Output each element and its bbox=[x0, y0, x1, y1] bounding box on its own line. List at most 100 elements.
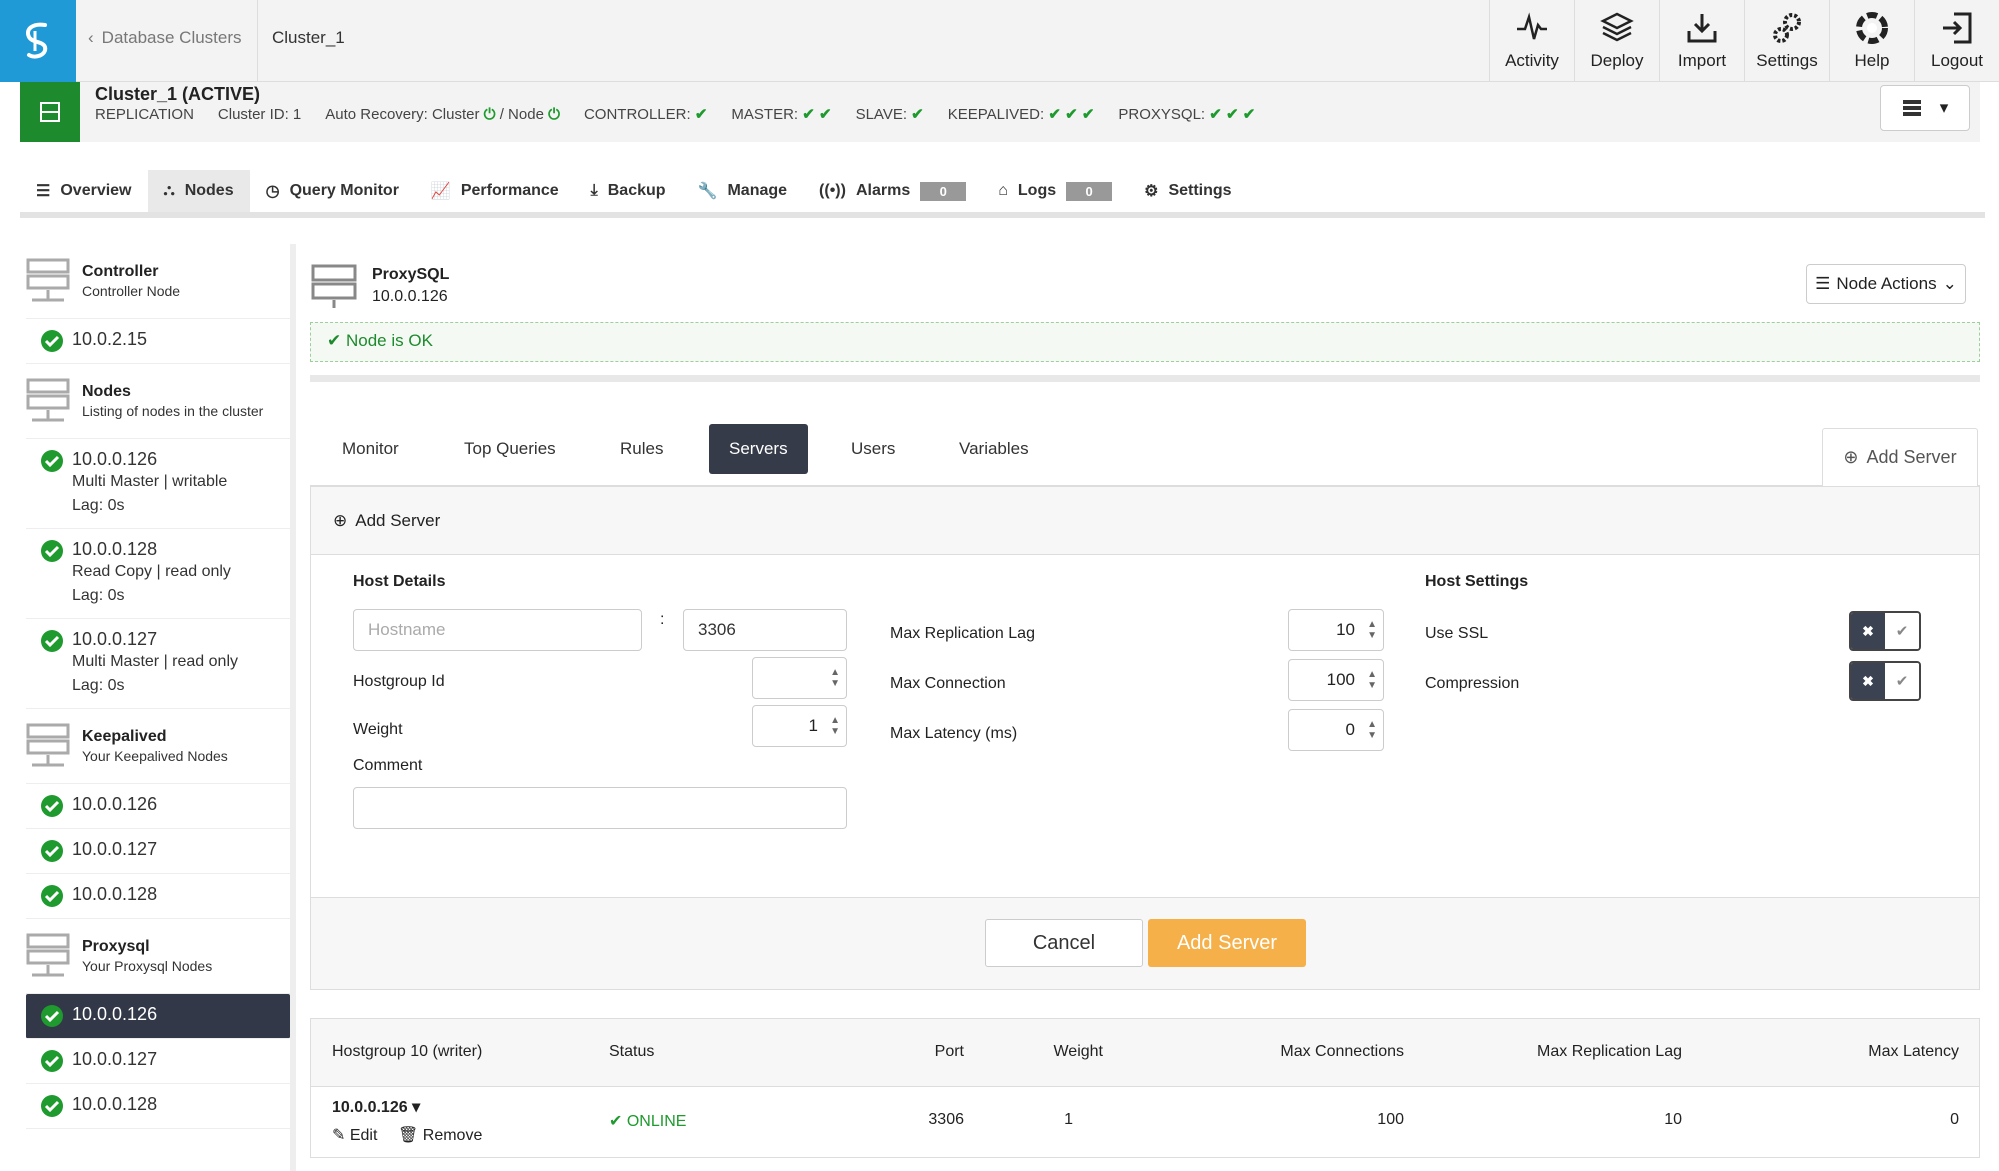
subtab-rules[interactable]: Rules bbox=[600, 424, 683, 474]
topnav-import[interactable]: Import bbox=[1659, 0, 1744, 82]
breadcrumb-back[interactable]: ‹ Database Clusters bbox=[88, 28, 242, 48]
sidebar-group-controller[interactable]: Controller Controller Node bbox=[26, 244, 290, 319]
sidebar-item-proxysql[interactable]: 10.0.0.127 bbox=[26, 1039, 290, 1084]
host-dropdown[interactable]: 10.0.0.126 ▾ bbox=[332, 1097, 420, 1117]
spinner-icon[interactable]: ▲ ▼ bbox=[830, 715, 840, 737]
node-ip: 10.0.0.128 bbox=[72, 1094, 158, 1114]
topnav-logout[interactable]: Logout bbox=[1914, 0, 1999, 82]
node-info: 10.0.0.127 Multi Master | read only Lag:… bbox=[72, 629, 238, 698]
topnav-label: Activity bbox=[1505, 51, 1559, 70]
tab-label: Logs bbox=[1017, 182, 1057, 199]
tab-logs[interactable]: ⌂ Logs 0 bbox=[982, 170, 1128, 212]
cluster-id: Cluster ID: 1 bbox=[217, 105, 302, 123]
table-row: 10.0.0.126 ▾ ✎ Edit 🗑 Remove ✔ ONLINE 33… bbox=[311, 1087, 1979, 1157]
node-ip: 10.0.0.126 bbox=[72, 794, 158, 814]
servers-table: Hostgroup 10 (writer) Status Port Weight… bbox=[310, 1018, 1980, 1158]
sidebar-item-proxysql-active[interactable]: 10.0.0.126 bbox=[26, 994, 290, 1039]
add-server-tab[interactable]: ⊕ Add Server bbox=[1822, 428, 1978, 486]
topnav-activity[interactable]: Activity bbox=[1489, 0, 1574, 82]
node-ip: 10.0.0.128 bbox=[72, 884, 158, 904]
tab-alarms[interactable]: ((•)) Alarms 0 bbox=[803, 170, 982, 212]
use-ssl-toggle[interactable]: ✖ ✔ bbox=[1849, 611, 1921, 651]
spinner-icon[interactable]: ▲ ▼ bbox=[1367, 619, 1377, 641]
spinner-icon[interactable]: ▲ ▼ bbox=[1367, 719, 1377, 741]
max-latency-value: 0 bbox=[1345, 720, 1355, 739]
tab-label: Overview bbox=[60, 182, 132, 199]
tab-label: Settings bbox=[1168, 182, 1232, 199]
node-ip: 10.0.0.126 bbox=[72, 1004, 158, 1024]
tab-performance[interactable]: 📈 Performance bbox=[415, 170, 575, 212]
master-label: MASTER: bbox=[731, 106, 799, 123]
node-ip: 10.0.0.128 bbox=[72, 539, 158, 559]
edit-link[interactable]: ✎ Edit bbox=[332, 1125, 377, 1145]
tab-settings[interactable]: ⚙ Settings bbox=[1128, 170, 1247, 212]
check-icon: ✔ ✔ ✔ bbox=[1048, 106, 1095, 123]
sidebar-group-nodes[interactable]: Nodes Listing of nodes in the cluster bbox=[26, 364, 290, 439]
tab-overview[interactable]: ☰ Overview bbox=[20, 170, 148, 212]
sidebar-item-keepalived[interactable]: 10.0.0.128 bbox=[26, 874, 290, 919]
node-name: ProxySQL bbox=[372, 266, 450, 283]
subtab-top-queries[interactable]: Top Queries bbox=[444, 424, 576, 474]
topnav-help[interactable]: Help bbox=[1829, 0, 1914, 82]
node-lag: Lag: 0s bbox=[72, 587, 125, 604]
max-connection-input[interactable]: 100 ▲ ▼ bbox=[1288, 659, 1384, 701]
tab-backup[interactable]: ⤓ Backup bbox=[575, 170, 682, 212]
tab-label: Nodes bbox=[184, 182, 234, 199]
tab-label: Performance bbox=[460, 182, 559, 199]
power-icon[interactable]: ⏻ bbox=[548, 106, 560, 123]
cancel-button[interactable]: Cancel bbox=[985, 919, 1143, 967]
max-replication-lag-input[interactable]: 10 ▲ ▼ bbox=[1288, 609, 1384, 651]
max-connections-cell: 100 bbox=[1377, 1111, 1404, 1128]
comment-input[interactable] bbox=[353, 787, 847, 829]
column-header: Max Connections bbox=[1280, 1043, 1404, 1060]
sidebar-item-node[interactable]: 10.0.0.126 Multi Master | writable Lag: … bbox=[26, 439, 290, 529]
proxysql-label: PROXYSQL: bbox=[1118, 106, 1206, 123]
max-latency-input[interactable]: 0 ▲ ▼ bbox=[1288, 709, 1384, 751]
spinner-icon[interactable]: ▲ ▼ bbox=[830, 667, 840, 689]
subtab-servers[interactable]: Servers bbox=[709, 424, 808, 474]
list-icon: ☰ bbox=[1815, 274, 1831, 293]
tab-manage[interactable]: 🔧 Manage bbox=[682, 170, 804, 212]
hostname-input[interactable]: Hostname bbox=[353, 609, 642, 651]
plus-circle-icon: ⊕ bbox=[1843, 447, 1859, 467]
lifebuoy-icon bbox=[1856, 12, 1888, 44]
tab-nodes[interactable]: ⛬ Nodes bbox=[147, 170, 250, 212]
tab-query-monitor[interactable]: ◷ Query Monitor bbox=[250, 170, 415, 212]
top-nav: Activity Deploy Import Settings Help Log… bbox=[1489, 0, 1999, 82]
subtab-users[interactable]: Users bbox=[831, 424, 915, 474]
sidebar-item-controller[interactable]: 10.0.2.15 bbox=[26, 319, 290, 364]
sidebar-item-keepalived[interactable]: 10.0.0.126 bbox=[26, 784, 290, 829]
add-server-button[interactable]: Add Server bbox=[1148, 919, 1306, 967]
sidebar-item-keepalived[interactable]: 10.0.0.127 bbox=[26, 829, 290, 874]
comment-label: Comment bbox=[353, 757, 423, 774]
port-input[interactable]: 3306 bbox=[683, 609, 847, 651]
max-latency-cell: 0 bbox=[1950, 1111, 1959, 1128]
max-replication-lag-cell: 10 bbox=[1664, 1111, 1682, 1128]
sidebar-group-keepalived[interactable]: Keepalived Your Keepalived Nodes bbox=[26, 709, 290, 784]
subtab-monitor[interactable]: Monitor bbox=[322, 424, 419, 474]
node-ip: 10.0.0.126 bbox=[72, 449, 158, 469]
topnav-deploy[interactable]: Deploy bbox=[1574, 0, 1659, 82]
download-icon: ⤓ bbox=[590, 182, 598, 199]
subtab-variables[interactable]: Variables bbox=[939, 424, 1049, 474]
divider bbox=[257, 0, 258, 82]
trash-icon: 🗑 bbox=[398, 1127, 419, 1144]
column-header: Max Latency bbox=[1868, 1043, 1959, 1060]
sidebar-item-node[interactable]: 10.0.0.128 Read Copy | read only Lag: 0s bbox=[26, 529, 290, 619]
power-icon[interactable]: ⏻ bbox=[484, 106, 496, 123]
cluster-menu-button[interactable]: ▾ bbox=[1880, 85, 1970, 131]
sidebar-group-proxysql[interactable]: Proxysql Your Proxysql Nodes bbox=[26, 919, 290, 994]
compression-toggle[interactable]: ✖ ✔ bbox=[1849, 661, 1921, 701]
logo[interactable] bbox=[0, 0, 76, 82]
max-latency-label: Max Latency (ms) bbox=[890, 725, 1018, 742]
remove-link[interactable]: 🗑 Remove bbox=[398, 1125, 482, 1145]
node-actions-button[interactable]: ☰ Node Actions ⌄ bbox=[1806, 264, 1966, 304]
topnav-settings[interactable]: Settings bbox=[1744, 0, 1829, 82]
sidebar-item-node[interactable]: 10.0.0.127 Multi Master | read only Lag:… bbox=[26, 619, 290, 709]
spinner-icon[interactable]: ▲ ▼ bbox=[1367, 669, 1377, 691]
sidebar-item-proxysql[interactable]: 10.0.0.128 bbox=[26, 1084, 290, 1129]
weight-input[interactable]: 1 ▲ ▼ bbox=[752, 705, 847, 747]
node-info: 10.0.0.128 Read Copy | read only Lag: 0s bbox=[72, 539, 231, 608]
hostgroup-input[interactable]: ▲ ▼ bbox=[752, 657, 847, 699]
logout-icon bbox=[1943, 12, 1972, 44]
